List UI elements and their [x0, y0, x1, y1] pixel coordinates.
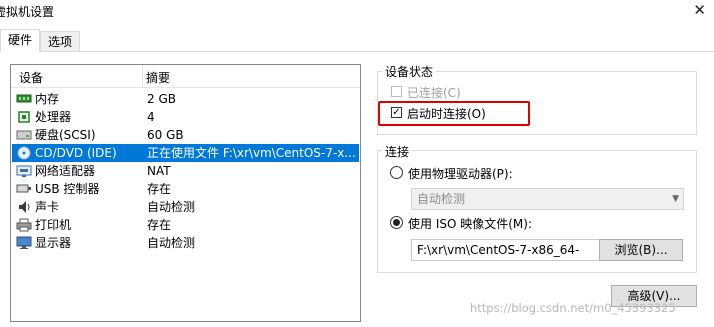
device-name: 网络适配器: [35, 164, 96, 178]
device-row-display[interactable]: 显示器 自动检测: [12, 234, 359, 252]
device-summary: 存在: [147, 182, 172, 196]
physical-drive-label: 使用物理驱动器(P):: [408, 167, 513, 181]
physical-drive-dropdown[interactable]: 自动检测 ▼: [411, 188, 684, 210]
device-row-printer[interactable]: 打印机 存在: [12, 216, 359, 234]
device-summary: 存在: [147, 218, 172, 232]
device-name: 显示器: [35, 236, 72, 250]
device-summary: 正在使用文件 F:\xr\vm\CentOS-7-x...: [147, 146, 356, 160]
radio-dot: [393, 219, 400, 226]
column-header-device[interactable]: 设备: [19, 69, 43, 86]
device-name: 内存: [35, 92, 60, 106]
network-adapter-icon: [16, 164, 32, 178]
column-header-summary[interactable]: 摘要: [146, 69, 170, 86]
browse-button[interactable]: 浏览(B)...: [599, 239, 683, 261]
column-divider[interactable]: [142, 65, 143, 87]
device-name: 处理器: [35, 110, 72, 124]
device-row-hard-disk[interactable]: 硬盘(SCSI) 60 GB: [12, 126, 359, 144]
device-name: USB 控制器: [35, 182, 100, 196]
device-row-sound-card[interactable]: 声卡 自动检测: [12, 198, 359, 216]
device-list-header: 设备 摘要: [11, 65, 360, 88]
device-name: CD/DVD (IDE): [35, 146, 117, 160]
display-icon: [16, 236, 32, 250]
iso-path-value: F:\xr\vm\CentOS-7-x86_64-: [417, 243, 580, 257]
device-row-cd-dvd[interactable]: CD/DVD (IDE) 正在使用文件 F:\xr\vm\CentOS-7-x.…: [12, 144, 359, 162]
device-name: 打印机: [35, 218, 72, 232]
device-list[interactable]: 设备 摘要 内存 2 GB 处理器 4 硬盘(SCSI) 60 GB CD/DV…: [10, 64, 361, 322]
hard-disk-icon: [16, 128, 32, 142]
watermark-text: https://blog.csdn.net/m0_45393325: [470, 301, 676, 315]
processor-icon: [16, 110, 32, 124]
device-status-label: 设备状态: [382, 63, 437, 80]
connection-label: 连接: [382, 143, 413, 160]
close-icon[interactable]: ✕: [693, 1, 706, 19]
device-summary: 自动检测: [147, 200, 196, 214]
cd-dvd-icon: [16, 146, 32, 160]
physical-drive-value: 自动检测: [417, 192, 466, 206]
chevron-down-icon: ▼: [672, 194, 679, 204]
device-row-usb[interactable]: USB 控制器 存在: [12, 180, 359, 198]
tab-hardware[interactable]: 硬件: [0, 29, 41, 52]
printer-icon: [16, 218, 32, 232]
device-row-memory[interactable]: 内存 2 GB: [12, 90, 359, 108]
iso-label: 使用 ISO 映像文件(M):: [408, 217, 532, 231]
connected-label: 已连接(C): [407, 86, 461, 100]
device-row-network-adapter[interactable]: 网络适配器 NAT: [12, 162, 359, 180]
iso-radio[interactable]: [390, 216, 403, 229]
device-summary: NAT: [147, 164, 171, 178]
highlight-annotation: [378, 101, 530, 126]
device-summary: 2 GB: [147, 92, 176, 106]
device-summary: 60 GB: [147, 128, 184, 142]
physical-drive-radio[interactable]: [390, 166, 403, 179]
connected-checkbox[interactable]: [391, 86, 402, 97]
device-name: 硬盘(SCSI): [35, 128, 96, 142]
usb-icon: [16, 182, 32, 196]
iso-path-dropdown[interactable]: F:\xr\vm\CentOS-7-x86_64- ▼: [411, 239, 618, 261]
window-title: 虚拟机设置: [0, 5, 55, 19]
memory-icon: [16, 92, 32, 106]
device-row-processor[interactable]: 处理器 4: [12, 108, 359, 126]
device-name: 声卡: [35, 200, 60, 214]
sound-card-icon: [16, 200, 32, 214]
tab-options[interactable]: 选项: [40, 31, 81, 52]
title-bar: 虚拟机设置 ✕: [0, 0, 714, 24]
device-summary: 自动检测: [147, 236, 196, 250]
device-summary: 4: [147, 110, 155, 124]
